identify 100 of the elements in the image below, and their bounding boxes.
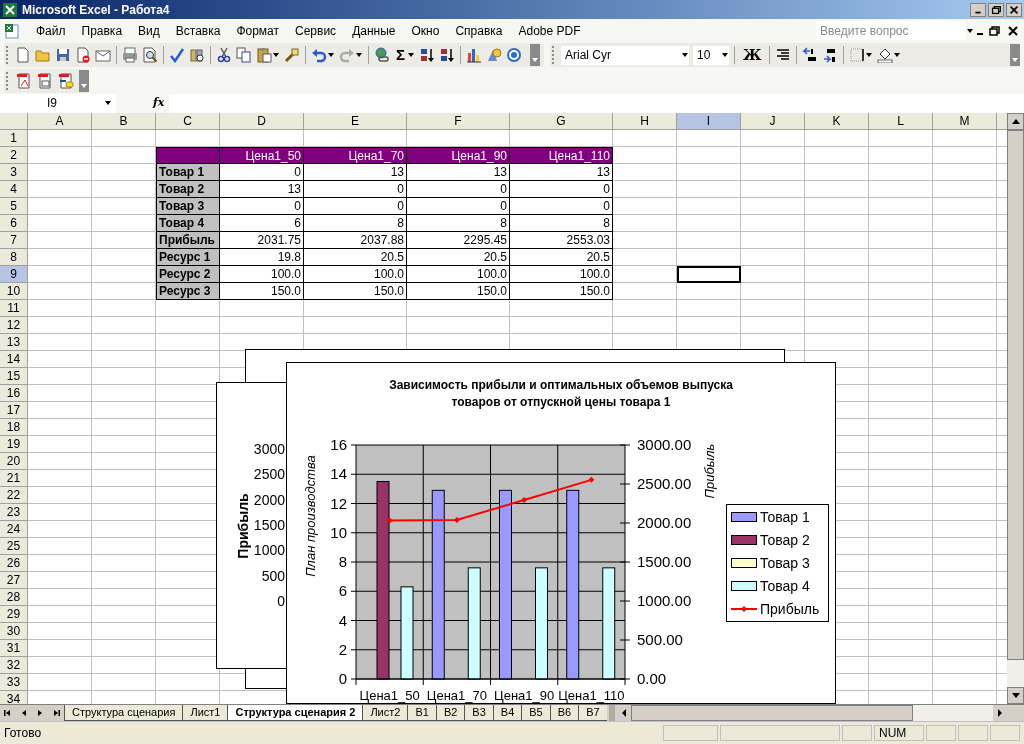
column-header[interactable]: L	[869, 113, 933, 130]
horizontal-scrollbar[interactable]	[616, 705, 1007, 721]
new-document-icon[interactable]	[15, 47, 31, 63]
column-header[interactable]: F	[407, 113, 510, 130]
align-right-icon[interactable]	[775, 47, 792, 63]
sheet-tab[interactable]: Лист2	[362, 705, 408, 721]
save-icon[interactable]	[55, 47, 71, 63]
column-header[interactable]: A	[28, 113, 92, 130]
row-header[interactable]: 25	[0, 538, 28, 555]
toolbar-options-icon[interactable]	[530, 44, 540, 66]
chart-icon[interactable]	[466, 47, 482, 63]
menu-item[interactable]: Вставка	[167, 21, 229, 40]
row-header[interactable]: 6	[0, 215, 28, 232]
active-cell[interactable]	[677, 266, 741, 283]
caret-icon[interactable]	[865, 51, 874, 59]
pdf-email-icon[interactable]	[37, 72, 53, 89]
row-header[interactable]: 21	[0, 470, 28, 487]
drawing-icon[interactable]	[486, 47, 502, 63]
autosum-button[interactable]: Σ	[394, 43, 407, 67]
column-header[interactable]: B	[92, 113, 156, 130]
sheet-tab[interactable]: B3	[464, 705, 493, 721]
row-header[interactable]: 32	[0, 657, 28, 674]
row-header[interactable]: 13	[0, 334, 28, 351]
row-header[interactable]: 31	[0, 640, 28, 657]
caret-icon[interactable]	[355, 51, 363, 59]
row-header[interactable]: 4	[0, 181, 28, 198]
permission-icon[interactable]	[75, 47, 91, 63]
toolbar-options-icon[interactable]	[1010, 44, 1020, 66]
scroll-down-button[interactable]	[1007, 687, 1024, 704]
row-header[interactable]: 29	[0, 606, 28, 623]
row-header[interactable]: 26	[0, 555, 28, 572]
row-header[interactable]: 23	[0, 504, 28, 521]
format-painter-icon[interactable]	[284, 47, 300, 63]
sort-ascending-icon[interactable]	[419, 47, 435, 63]
paste-icon[interactable]	[256, 47, 272, 63]
row-header[interactable]: 20	[0, 453, 28, 470]
row-header[interactable]: 19	[0, 436, 28, 453]
toolbar-grip[interactable]	[6, 46, 9, 64]
toolbar-grip[interactable]	[552, 46, 555, 64]
caret-icon[interactable]	[893, 51, 902, 59]
restore-icon[interactable]	[988, 23, 1002, 38]
caret-icon[interactable]	[272, 51, 280, 59]
close-icon[interactable]	[1006, 2, 1022, 17]
caret-icon[interactable]	[104, 99, 112, 107]
sheet-tab[interactable]: Лист1	[182, 705, 228, 721]
bold-button[interactable]: Ж	[740, 44, 765, 66]
row-header[interactable]: 16	[0, 385, 28, 402]
copy-icon[interactable]	[236, 47, 252, 63]
row-header[interactable]: 27	[0, 572, 28, 589]
column-header[interactable]: D	[220, 113, 304, 130]
toolbar-options-icon[interactable]	[79, 69, 89, 92]
column-header[interactable]: I	[677, 113, 741, 130]
row-header[interactable]: 9	[0, 266, 28, 283]
row-header[interactable]: 2	[0, 147, 28, 164]
row-header[interactable]: 10	[0, 283, 28, 300]
hyperlink-icon[interactable]	[374, 47, 390, 63]
close-icon[interactable]	[1006, 23, 1020, 38]
menu-item[interactable]: Правка	[73, 21, 131, 40]
formula-input-field[interactable]	[169, 93, 1024, 113]
print-icon[interactable]	[122, 47, 138, 63]
insert-function-button[interactable]: fx	[153, 94, 167, 112]
fill-color-icon[interactable]	[877, 47, 894, 63]
cut-icon[interactable]	[216, 47, 232, 63]
sheet-tab[interactable]: B1	[407, 705, 436, 721]
scroll-thumb[interactable]	[1007, 130, 1024, 660]
column-header[interactable]: M	[933, 113, 997, 130]
menu-item[interactable]: Окно	[403, 21, 448, 40]
row-header[interactable]: 5	[0, 198, 28, 215]
scroll-thumb[interactable]	[630, 705, 913, 721]
font-size-dropdown[interactable]: 10	[693, 45, 729, 65]
menu-item[interactable]: Adobe PDF	[510, 21, 589, 40]
column-header[interactable]: G	[510, 113, 613, 130]
sheet-tab[interactable]: B2	[435, 705, 465, 721]
email-icon[interactable]	[95, 47, 111, 63]
column-header[interactable]: K	[805, 113, 869, 130]
menu-item[interactable]: Справка	[447, 21, 511, 40]
sort-descending-icon[interactable]	[439, 47, 455, 63]
pdf-review-icon[interactable]	[58, 72, 74, 89]
scroll-up-button[interactable]	[1007, 113, 1024, 130]
pdf-document-icon[interactable]	[16, 72, 32, 89]
name-box[interactable]: I9	[0, 93, 116, 113]
menu-item[interactable]: Сервис	[287, 21, 345, 40]
row-header[interactable]: 14	[0, 351, 28, 368]
row-header[interactable]: 34	[0, 691, 28, 704]
sheet-tab[interactable]: B4	[492, 705, 522, 721]
restore-icon[interactable]	[988, 2, 1004, 17]
row-header[interactable]: 15	[0, 368, 28, 385]
row-header[interactable]: 30	[0, 623, 28, 640]
increase-decimal-icon[interactable]	[802, 47, 819, 63]
column-header[interactable]: J	[741, 113, 805, 130]
font-dropdown[interactable]: Arial Cyr	[561, 45, 689, 65]
sheet-tab[interactable]: Структура сценария 2	[227, 705, 363, 721]
row-header[interactable]: 22	[0, 487, 28, 504]
menu-item[interactable]: Вид	[130, 21, 168, 40]
menu-item[interactable]: Данные	[344, 21, 404, 40]
help-icon[interactable]	[506, 47, 522, 63]
workbook-icon[interactable]	[4, 22, 20, 39]
spelling-icon[interactable]	[169, 47, 185, 63]
row-header[interactable]: 28	[0, 589, 28, 606]
help-search-field[interactable]: Введите вопрос	[816, 21, 966, 40]
